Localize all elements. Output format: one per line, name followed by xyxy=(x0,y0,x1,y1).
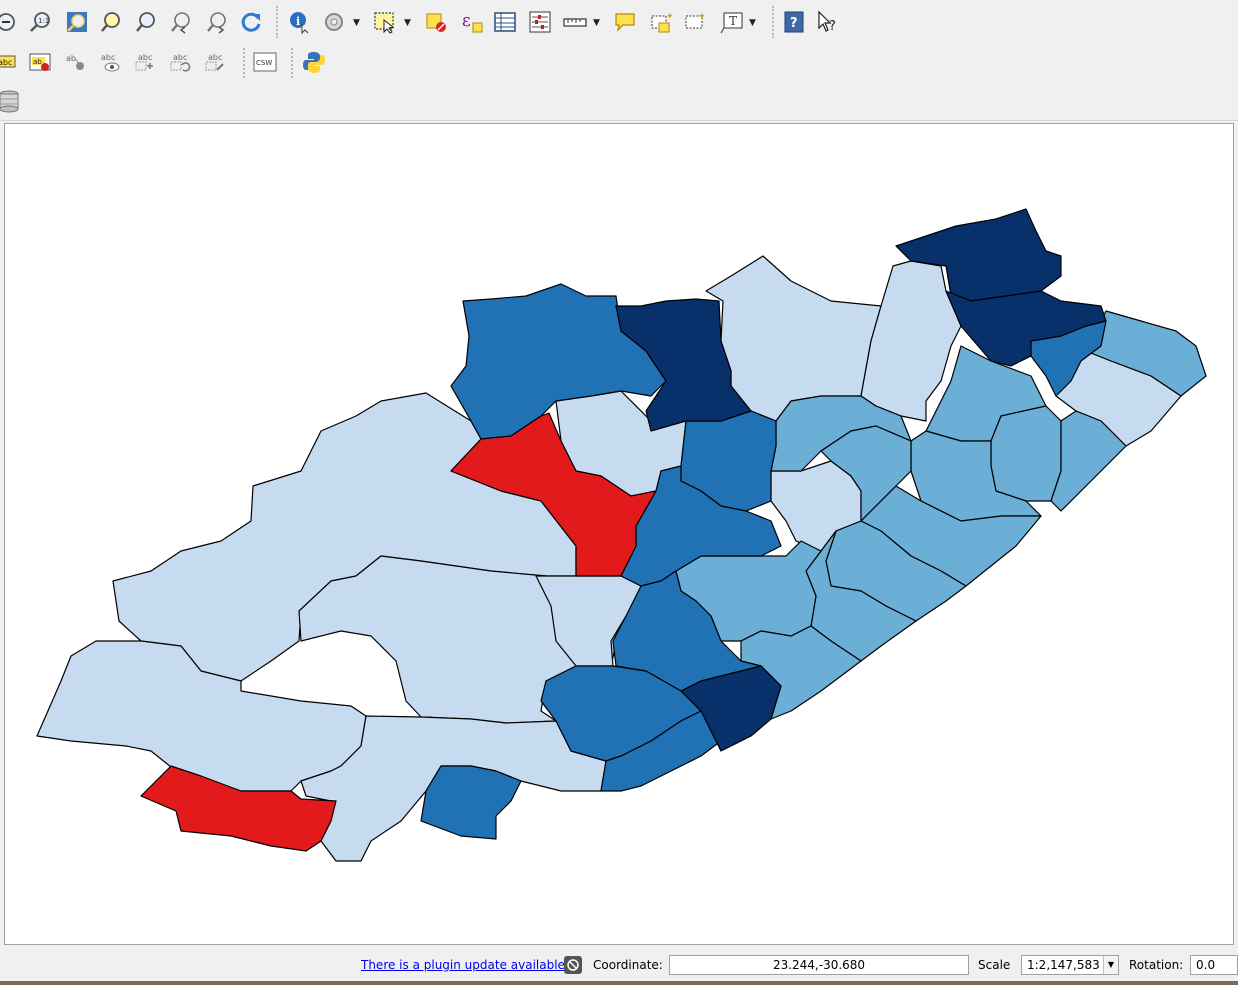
move-label-icon[interactable]: abc xyxy=(132,49,158,75)
svg-text:T: T xyxy=(729,14,737,28)
zoom-next-icon[interactable] xyxy=(204,9,230,35)
toolbar-separator xyxy=(291,48,293,78)
layer-labeling-icon[interactable]: abc xyxy=(0,49,18,75)
chevron-down-icon[interactable]: ▼ xyxy=(749,18,756,28)
scale-label: Scale xyxy=(978,958,1011,972)
rotation-label: Rotation: xyxy=(1129,958,1184,972)
layer-diagram-icon[interactable]: ab xyxy=(27,49,53,75)
csw-icon[interactable]: CSW xyxy=(252,49,278,75)
whats-this-icon[interactable]: ? xyxy=(815,9,841,35)
zoom-out-icon[interactable] xyxy=(0,9,18,35)
deselect-icon[interactable] xyxy=(423,9,449,35)
svg-text:abc: abc xyxy=(208,53,222,62)
python-console-icon[interactable] xyxy=(301,49,327,75)
pin-labels-icon[interactable]: ab xyxy=(62,49,88,75)
zoom-to-layer-icon[interactable] xyxy=(133,9,159,35)
chevron-down-icon[interactable]: ▼ xyxy=(1103,956,1118,974)
svg-text:✦: ✦ xyxy=(698,12,706,22)
choropleth-map[interactable] xyxy=(5,124,1235,946)
label-toolbar: abc ab ab abc abc abc abc CSW xyxy=(0,44,1238,83)
map-navigation-toolbar: 1:1 i ▼ ▼ ε ▼ ✦ ✦ T ▼ ? ? xyxy=(0,0,1238,45)
csw-label: CSW xyxy=(256,59,272,67)
change-label-icon[interactable]: abc xyxy=(202,49,228,75)
action-icon[interactable] xyxy=(321,9,347,35)
map-region[interactable] xyxy=(990,405,1062,502)
svg-text:ab: ab xyxy=(33,58,42,66)
svg-text:ε: ε xyxy=(462,11,471,31)
chevron-down-icon[interactable]: ▼ xyxy=(593,18,600,28)
svg-text:ab: ab xyxy=(66,54,76,63)
measure-icon[interactable] xyxy=(562,9,588,35)
rotation-field[interactable]: 0.0 xyxy=(1190,955,1238,975)
statusbar: There is a plugin update available Coord… xyxy=(0,946,1238,985)
coordinate-label: Coordinate: xyxy=(593,958,663,972)
map-region[interactable] xyxy=(420,765,522,840)
rotate-label-icon[interactable]: abc xyxy=(167,49,193,75)
toolbar-separator xyxy=(276,6,278,38)
zoom-last-icon[interactable] xyxy=(168,9,194,35)
map-canvas[interactable] xyxy=(4,123,1234,945)
svg-text:abc: abc xyxy=(138,53,152,62)
chevron-down-icon[interactable]: ▼ xyxy=(404,18,411,28)
select-features-icon[interactable] xyxy=(372,9,398,35)
taskbar-edge xyxy=(0,981,1238,985)
text-annotation-icon[interactable]: T xyxy=(719,9,745,35)
identify-icon[interactable]: i xyxy=(286,9,312,35)
toolbar-separator xyxy=(243,48,245,78)
show-bookmarks-icon[interactable]: ✦ xyxy=(682,9,708,35)
statistical-summary-icon[interactable] xyxy=(527,9,553,35)
toolbar-separator xyxy=(772,6,774,38)
svg-text:?: ? xyxy=(790,16,798,31)
messages-icon[interactable] xyxy=(563,955,583,975)
svg-text:?: ? xyxy=(829,19,836,34)
scale-combobox[interactable]: 1:2,147,583 ▼ xyxy=(1021,955,1119,975)
svg-text:abc: abc xyxy=(173,53,187,62)
svg-text:i: i xyxy=(296,15,300,28)
zoom-native-resolution-icon[interactable]: 1:1 xyxy=(27,9,53,35)
chevron-down-icon[interactable]: ▼ xyxy=(353,18,360,28)
coordinate-field[interactable]: 23.244,-30.680 xyxy=(669,955,969,975)
attribute-table-icon[interactable] xyxy=(492,9,518,35)
plugin-update-link[interactable]: There is a plugin update available xyxy=(361,958,565,972)
help-icon[interactable]: ? xyxy=(781,9,807,35)
database-toolbar xyxy=(0,82,1238,121)
database-icon[interactable] xyxy=(0,88,22,114)
zoom-full-icon[interactable] xyxy=(64,9,90,35)
svg-text:✦: ✦ xyxy=(666,12,673,22)
scale-value: 1:2,147,583 xyxy=(1027,958,1100,972)
zoom-to-selection-icon[interactable] xyxy=(98,9,124,35)
new-bookmark-icon[interactable]: ✦ xyxy=(648,9,674,35)
svg-text:abc: abc xyxy=(0,58,12,67)
svg-text:abc: abc xyxy=(101,53,115,62)
refresh-icon[interactable] xyxy=(238,9,264,35)
select-by-expression-icon[interactable]: ε xyxy=(459,9,485,35)
map-tips-icon[interactable] xyxy=(612,9,638,35)
show-hide-labels-icon[interactable]: abc xyxy=(97,49,123,75)
svg-text:1:1: 1:1 xyxy=(38,17,49,25)
